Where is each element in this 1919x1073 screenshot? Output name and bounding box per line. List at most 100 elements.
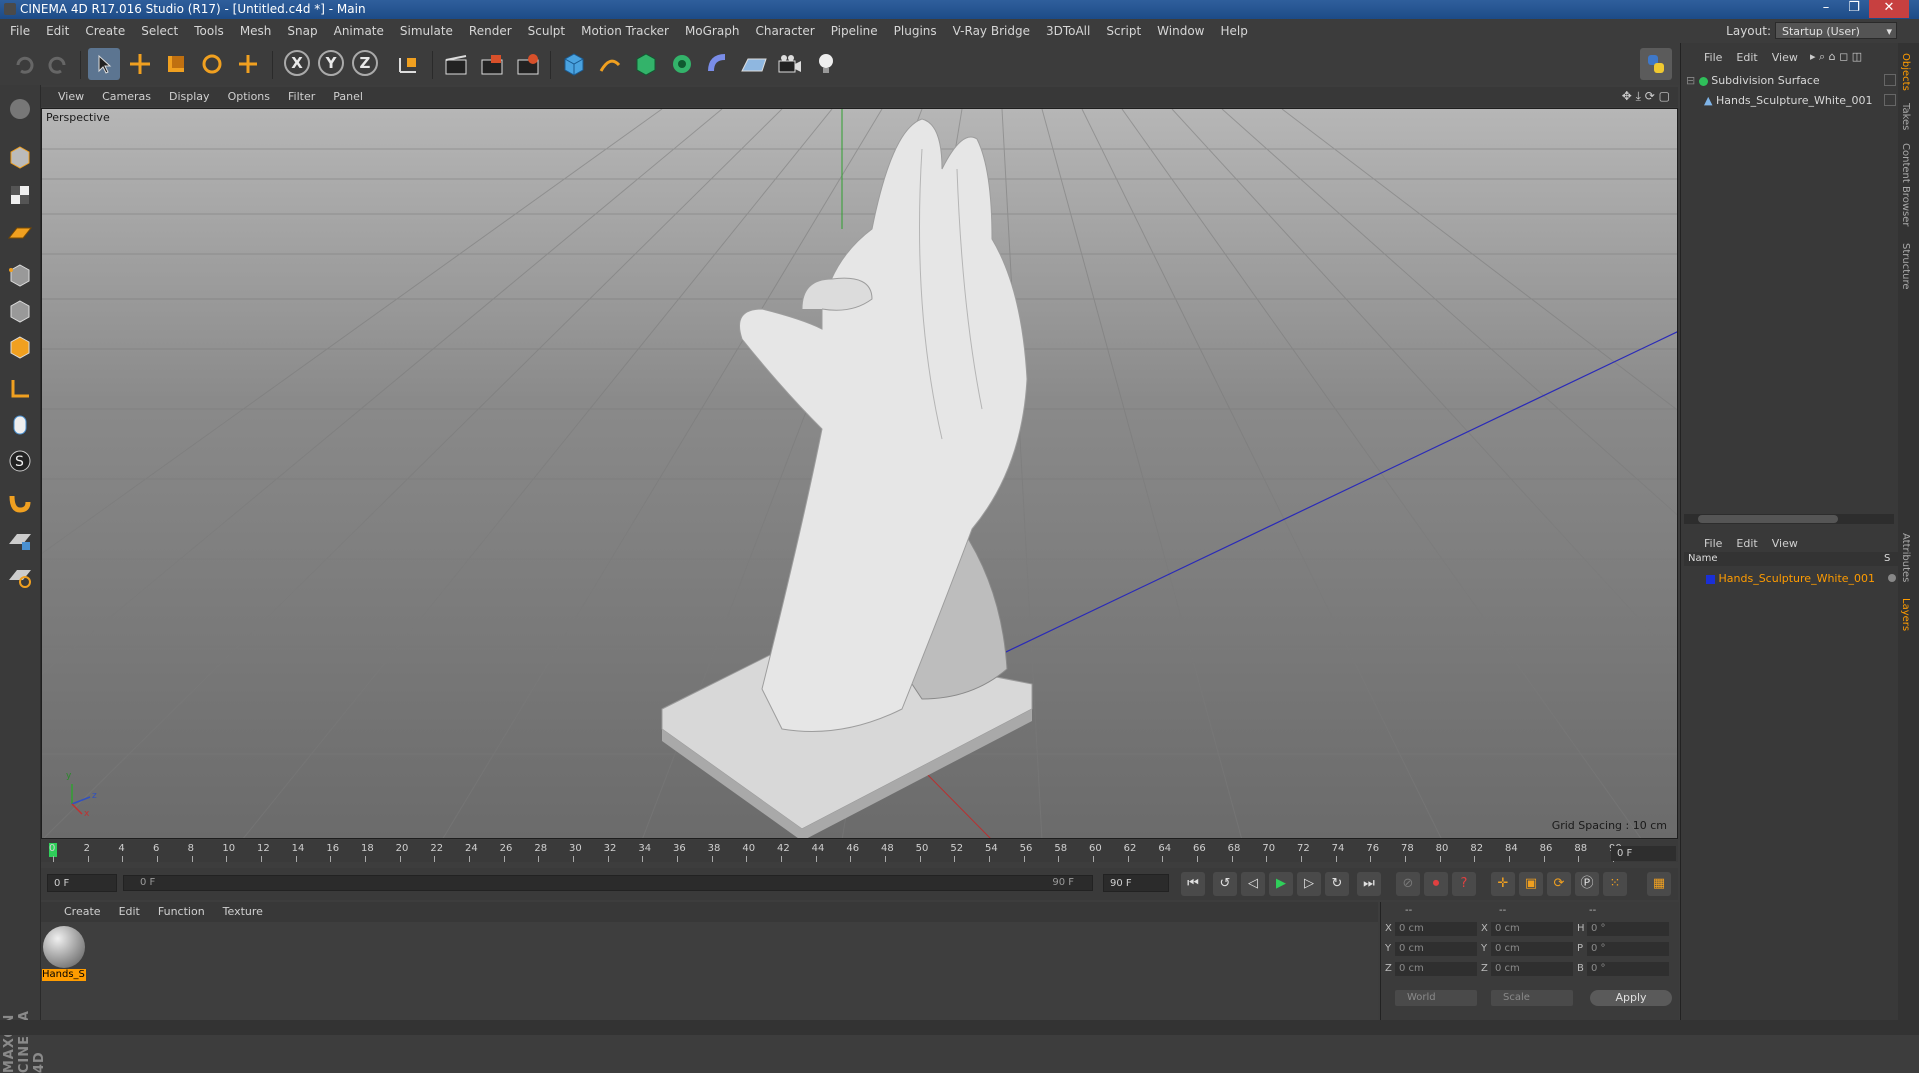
goto-end-button[interactable]: ⏭ (1357, 872, 1381, 896)
axis-mode-button[interactable] (4, 373, 36, 405)
menu-select[interactable]: Select (133, 19, 186, 43)
points-mode-button[interactable] (4, 259, 36, 291)
model-mode-button[interactable] (4, 141, 36, 173)
minimize-button[interactable]: – (1813, 0, 1839, 18)
menu-vray-bridge[interactable]: V-Ray Bridge (945, 19, 1038, 43)
menu-simulate[interactable]: Simulate (392, 19, 461, 43)
viewport-nav-icons[interactable]: ✥ ⤓ ⟳ ▢ (1622, 89, 1670, 104)
keyframe-selection-button[interactable]: ? (1452, 872, 1476, 896)
size-z-field[interactable]: 0 cm (1491, 962, 1573, 976)
preview-range-slider[interactable]: 0 F 90 F (123, 875, 1093, 891)
next-key-button[interactable]: ↻ (1325, 872, 1349, 896)
render-picture-viewer-button[interactable] (476, 48, 508, 80)
magnet-button[interactable] (4, 485, 36, 517)
tab-structure[interactable]: Structure (1900, 243, 1911, 290)
redo-button[interactable] (42, 48, 74, 80)
rot-p-field[interactable]: 0 ° (1587, 942, 1669, 956)
pos-y-field[interactable]: 0 cm (1395, 942, 1477, 956)
texture-mode-button[interactable] (4, 179, 36, 211)
perspective-viewport[interactable]: y z x Perspective Grid Spacing : 10 cm (41, 108, 1678, 839)
x-axis-lock-button[interactable]: X (284, 50, 310, 76)
objects-menu-file[interactable]: File (1704, 51, 1722, 64)
menu-create[interactable]: Create (77, 19, 133, 43)
scrollbar-thumb[interactable] (1698, 515, 1838, 523)
autokey-button[interactable]: ⏺ (1424, 872, 1448, 896)
layers-menu-view[interactable]: View (1772, 537, 1798, 550)
render-view-button[interactable] (440, 48, 472, 80)
key-parameter-button[interactable]: Ⓟ (1575, 872, 1599, 896)
material-preview-sphere[interactable] (43, 926, 85, 968)
menu-pipeline[interactable]: Pipeline (823, 19, 886, 43)
objects-toolbar-icons[interactable]: ▸ ⌕ ⌂ ◻ ◫ (1810, 50, 1862, 64)
scale-tool-button[interactable] (160, 48, 192, 80)
menu-character[interactable]: Character (747, 19, 822, 43)
menu-sculpt[interactable]: Sculpt (520, 19, 573, 43)
subdivision-surface-button[interactable] (630, 48, 662, 80)
next-frame-button[interactable]: ▷ (1297, 872, 1321, 896)
end-frame-field[interactable]: 90 F (1103, 874, 1169, 892)
workplane-mode-button[interactable] (4, 217, 36, 249)
menu-help[interactable]: Help (1212, 19, 1255, 43)
menu-file[interactable]: File (2, 19, 38, 43)
lock-workplane-button[interactable] (4, 525, 36, 557)
floor-button[interactable] (738, 48, 770, 80)
current-frame-field[interactable]: 0 F (1611, 846, 1676, 861)
menu-window[interactable]: Window (1149, 19, 1212, 43)
object-visibility-toggle[interactable] (1884, 94, 1896, 106)
coordinate-system-button[interactable] (392, 48, 424, 80)
viewport-menu-display[interactable]: Display (160, 87, 219, 107)
polygons-mode-button[interactable] (4, 331, 36, 363)
edges-mode-button[interactable] (4, 295, 36, 327)
layer-row[interactable]: Hands_Sculpture_White_001 (1706, 572, 1875, 585)
key-position-button[interactable]: ✛ (1491, 872, 1515, 896)
light-button[interactable] (810, 48, 842, 80)
make-editable-button[interactable] (4, 93, 36, 125)
cloner-button[interactable] (666, 48, 698, 80)
objects-horizontal-scrollbar[interactable] (1684, 514, 1894, 524)
apply-button[interactable]: Apply (1590, 990, 1672, 1006)
menu-tools[interactable]: Tools (186, 19, 232, 43)
menu-mograph[interactable]: MoGraph (677, 19, 748, 43)
rot-h-field[interactable]: 0 ° (1587, 922, 1669, 936)
play-button[interactable]: ▶ (1269, 872, 1293, 896)
layers-menu-file[interactable]: File (1704, 537, 1722, 550)
viewport-menu-filter[interactable]: Filter (279, 87, 324, 107)
spline-pen-button[interactable] (594, 48, 626, 80)
goto-start-button[interactable]: ⏮ (1181, 872, 1205, 896)
start-frame-field[interactable]: 0 F (47, 874, 117, 892)
menu-script[interactable]: Script (1098, 19, 1149, 43)
menu-plugins[interactable]: Plugins (886, 19, 945, 43)
menu-render[interactable]: Render (461, 19, 520, 43)
camera-button[interactable] (774, 48, 806, 80)
close-button[interactable]: ✕ (1869, 0, 1909, 18)
menu-edit[interactable]: Edit (38, 19, 77, 43)
objects-menu-view[interactable]: View (1772, 51, 1798, 64)
object-row-subdivision[interactable]: ⊟ Subdivision Surface (1686, 74, 1820, 87)
deformer-button[interactable] (702, 48, 734, 80)
key-pla-button[interactable]: ⁙ (1603, 872, 1627, 896)
pos-z-field[interactable]: 0 cm (1395, 962, 1477, 976)
menu-motion-tracker[interactable]: Motion Tracker (573, 19, 677, 43)
menu-3dtoall[interactable]: 3DToAll (1038, 19, 1098, 43)
layers-menu-edit[interactable]: Edit (1736, 537, 1757, 550)
prev-frame-button[interactable]: ◁ (1241, 872, 1265, 896)
layer-solo-dot[interactable] (1888, 574, 1896, 582)
objects-menu-edit[interactable]: Edit (1736, 51, 1757, 64)
timeline-ruler[interactable]: 0 2 4 6 8 10 12 14 16 18 20 22 24 26 28 30 32 34 36 38 40 42 4… (41, 840, 1678, 862)
menu-mesh[interactable]: Mesh (232, 19, 280, 43)
planar-workplane-button[interactable] (4, 561, 36, 593)
select-tool-button[interactable] (88, 48, 120, 80)
key-rotation-button[interactable]: ⟳ (1547, 872, 1571, 896)
record-keys-button[interactable]: ⊘ (1396, 872, 1420, 896)
python-button[interactable] (1640, 48, 1672, 80)
layout-select[interactable]: Startup (User) ▾ (1775, 22, 1897, 39)
live-select-button[interactable] (232, 48, 264, 80)
tab-objects[interactable]: Objects (1900, 53, 1911, 91)
z-axis-lock-button[interactable]: Z (352, 50, 378, 76)
cube-object-button[interactable] (558, 48, 590, 80)
object-row-hands[interactable]: ▲ Hands_Sculpture_White_001 (1704, 94, 1873, 107)
tweak-mode-button[interactable] (4, 409, 36, 441)
tab-content-browser[interactable]: Content Browser (1900, 143, 1911, 226)
coordinate-mode-select[interactable]: World (1395, 990, 1477, 1006)
size-y-field[interactable]: 0 cm (1491, 942, 1573, 956)
